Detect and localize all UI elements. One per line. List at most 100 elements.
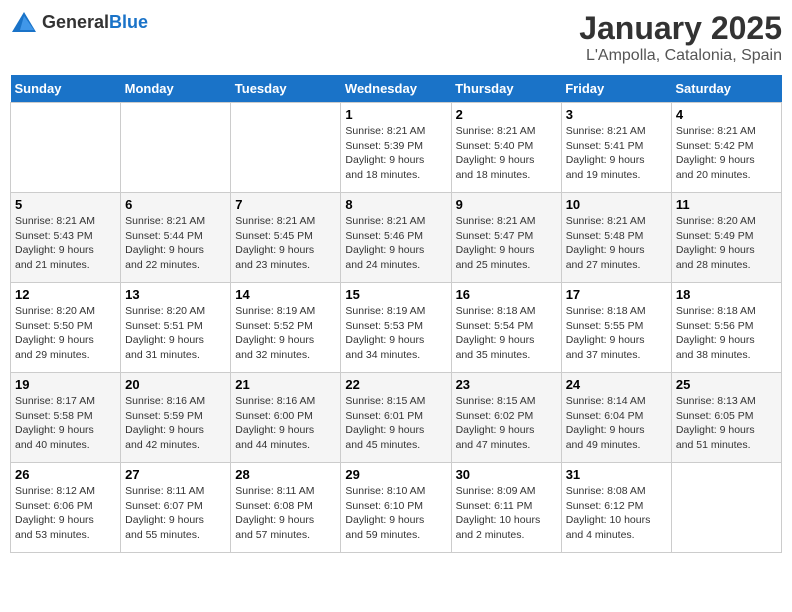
day-number: 29 [345, 467, 446, 482]
day-number: 20 [125, 377, 226, 392]
day-cell: 8 Sunrise: 8:21 AMSunset: 5:46 PMDaylight… [341, 193, 451, 283]
day-cell [231, 103, 341, 193]
day-cell: 20 Sunrise: 8:16 AMSunset: 5:59 PMDayligh… [121, 373, 231, 463]
day-number: 24 [566, 377, 667, 392]
calendar-table: SundayMondayTuesdayWednesdayThursdayFrid… [10, 75, 782, 553]
weekday-header-saturday: Saturday [671, 75, 781, 103]
day-number: 10 [566, 197, 667, 212]
day-number: 6 [125, 197, 226, 212]
day-info: Sunrise: 8:15 AMSunset: 6:02 PMDaylight:… [456, 394, 557, 453]
day-info: Sunrise: 8:21 AMSunset: 5:42 PMDaylight:… [676, 124, 777, 183]
day-cell: 17Sunrise: 8:18 AMSunset: 5:55 PMDayligh… [561, 283, 671, 373]
calendar-subtitle: L'Ampolla, Catalonia, Spain [579, 47, 782, 65]
logo-text: GeneralBlue [42, 12, 148, 33]
day-cell [121, 103, 231, 193]
day-info: Sunrise: 8:21 AMSunset: 5:43 PMDaylight:… [15, 214, 116, 273]
header: GeneralBlue January 2025 L'Ampolla, Cata… [10, 10, 782, 65]
day-info: Sunrise: 8:21 AMSunset: 5:46 PMDaylight:… [345, 214, 446, 273]
day-info: Sunrise: 8:14 AMSunset: 6:04 PMDaylight:… [566, 394, 667, 453]
day-info: Sunrise: 8:21 AMSunset: 5:41 PMDaylight:… [566, 124, 667, 183]
day-cell: 3 Sunrise: 8:21 AMSunset: 5:41 PMDaylight… [561, 103, 671, 193]
day-cell: 11 Sunrise: 8:20 AMSunset: 5:49 PMDayligh… [671, 193, 781, 283]
day-info: Sunrise: 8:10 AMSunset: 6:10 PMDaylight:… [345, 484, 446, 543]
day-number: 11 [676, 197, 777, 212]
weekday-header-tuesday: Tuesday [231, 75, 341, 103]
week-row-5: 26 Sunrise: 8:12 AMSunset: 6:06 PMDayligh… [11, 463, 782, 553]
day-info: Sunrise: 8:11 AMSunset: 6:07 PMDaylight:… [125, 484, 226, 543]
day-cell: 12 Sunrise: 8:20 AMSunset: 5:50 PMDayligh… [11, 283, 121, 373]
day-info: Sunrise: 8:13 AMSunset: 6:05 PMDaylight:… [676, 394, 777, 453]
day-number: 19 [15, 377, 116, 392]
weekday-header-monday: Monday [121, 75, 231, 103]
day-info: Sunrise: 8:11 AMSunset: 6:08 PMDaylight:… [235, 484, 336, 543]
day-info: Sunrise: 8:17 AMSunset: 5:58 PMDaylight:… [15, 394, 116, 453]
day-number: 18 [676, 287, 777, 302]
week-row-3: 12 Sunrise: 8:20 AMSunset: 5:50 PMDayligh… [11, 283, 782, 373]
day-cell: 14 Sunrise: 8:19 AMSunset: 5:52 PMDayligh… [231, 283, 341, 373]
day-info: Sunrise: 8:16 AMSunset: 6:00 PMDaylight:… [235, 394, 336, 453]
day-info: Sunrise: 8:20 AMSunset: 5:51 PMDaylight:… [125, 304, 226, 363]
day-number: 27 [125, 467, 226, 482]
day-info: Sunrise: 8:16 AMSunset: 5:59 PMDaylight:… [125, 394, 226, 453]
day-cell: 5Sunrise: 8:21 AMSunset: 5:43 PMDaylight… [11, 193, 121, 283]
day-cell: 30 Sunrise: 8:09 AMSunset: 6:11 PMDayligh… [451, 463, 561, 553]
day-cell: 4 Sunrise: 8:21 AMSunset: 5:42 PMDaylight… [671, 103, 781, 193]
day-number: 12 [15, 287, 116, 302]
day-number: 15 [345, 287, 446, 302]
day-info: Sunrise: 8:20 AMSunset: 5:50 PMDaylight:… [15, 304, 116, 363]
logo-icon [10, 10, 38, 34]
day-number: 31 [566, 467, 667, 482]
day-number: 8 [345, 197, 446, 212]
day-number: 16 [456, 287, 557, 302]
day-cell [11, 103, 121, 193]
day-info: Sunrise: 8:08 AMSunset: 6:12 PMDaylight:… [566, 484, 667, 543]
logo: GeneralBlue [10, 10, 148, 34]
day-info: Sunrise: 8:21 AMSunset: 5:39 PMDaylight:… [345, 124, 446, 183]
day-cell: 28Sunrise: 8:11 AMSunset: 6:08 PMDayligh… [231, 463, 341, 553]
day-cell: 10 Sunrise: 8:21 AMSunset: 5:48 PMDayligh… [561, 193, 671, 283]
day-info: Sunrise: 8:15 AMSunset: 6:01 PMDaylight:… [345, 394, 446, 453]
day-cell: 27 Sunrise: 8:11 AMSunset: 6:07 PMDayligh… [121, 463, 231, 553]
day-number: 25 [676, 377, 777, 392]
weekday-header-friday: Friday [561, 75, 671, 103]
day-info: Sunrise: 8:21 AMSunset: 5:44 PMDaylight:… [125, 214, 226, 273]
day-cell: 25 Sunrise: 8:13 AMSunset: 6:05 PMDayligh… [671, 373, 781, 463]
weekday-header-row: SundayMondayTuesdayWednesdayThursdayFrid… [11, 75, 782, 103]
day-cell: 23 Sunrise: 8:15 AMSunset: 6:02 PMDayligh… [451, 373, 561, 463]
day-number: 9 [456, 197, 557, 212]
day-info: Sunrise: 8:12 AMSunset: 6:06 PMDaylight:… [15, 484, 116, 543]
day-info: Sunrise: 8:09 AMSunset: 6:11 PMDaylight:… [456, 484, 557, 543]
week-row-1: 1Sunrise: 8:21 AMSunset: 5:39 PMDaylight… [11, 103, 782, 193]
day-info: Sunrise: 8:18 AMSunset: 5:54 PMDaylight:… [456, 304, 557, 363]
day-info: Sunrise: 8:18 AMSunset: 5:55 PMDaylight:… [566, 304, 667, 363]
day-number: 4 [676, 107, 777, 122]
day-number: 2 [456, 107, 557, 122]
week-row-2: 5Sunrise: 8:21 AMSunset: 5:43 PMDaylight… [11, 193, 782, 283]
day-number: 26 [15, 467, 116, 482]
day-cell: 24 Sunrise: 8:14 AMSunset: 6:04 PMDayligh… [561, 373, 671, 463]
day-cell: 6 Sunrise: 8:21 AMSunset: 5:44 PMDaylight… [121, 193, 231, 283]
day-cell: 2 Sunrise: 8:21 AMSunset: 5:40 PMDaylight… [451, 103, 561, 193]
day-info: Sunrise: 8:19 AMSunset: 5:53 PMDaylight:… [345, 304, 446, 363]
day-info: Sunrise: 8:21 AMSunset: 5:40 PMDaylight:… [456, 124, 557, 183]
day-number: 14 [235, 287, 336, 302]
day-info: Sunrise: 8:21 AMSunset: 5:45 PMDaylight:… [235, 214, 336, 273]
weekday-header-wednesday: Wednesday [341, 75, 451, 103]
day-info: Sunrise: 8:18 AMSunset: 5:56 PMDaylight:… [676, 304, 777, 363]
day-info: Sunrise: 8:21 AMSunset: 5:48 PMDaylight:… [566, 214, 667, 273]
day-number: 3 [566, 107, 667, 122]
weekday-header-thursday: Thursday [451, 75, 561, 103]
day-number: 30 [456, 467, 557, 482]
day-cell: 13 Sunrise: 8:20 AMSunset: 5:51 PMDayligh… [121, 283, 231, 373]
day-number: 23 [456, 377, 557, 392]
day-info: Sunrise: 8:19 AMSunset: 5:52 PMDaylight:… [235, 304, 336, 363]
day-cell: 18 Sunrise: 8:18 AMSunset: 5:56 PMDayligh… [671, 283, 781, 373]
day-cell: 9Sunrise: 8:21 AMSunset: 5:47 PMDaylight… [451, 193, 561, 283]
day-cell: 7Sunrise: 8:21 AMSunset: 5:45 PMDaylight… [231, 193, 341, 283]
title-area: January 2025 L'Ampolla, Catalonia, Spain [579, 10, 782, 65]
day-info: Sunrise: 8:20 AMSunset: 5:49 PMDaylight:… [676, 214, 777, 273]
day-cell: 29 Sunrise: 8:10 AMSunset: 6:10 PMDayligh… [341, 463, 451, 553]
day-number: 13 [125, 287, 226, 302]
day-number: 22 [345, 377, 446, 392]
weekday-header-sunday: Sunday [11, 75, 121, 103]
